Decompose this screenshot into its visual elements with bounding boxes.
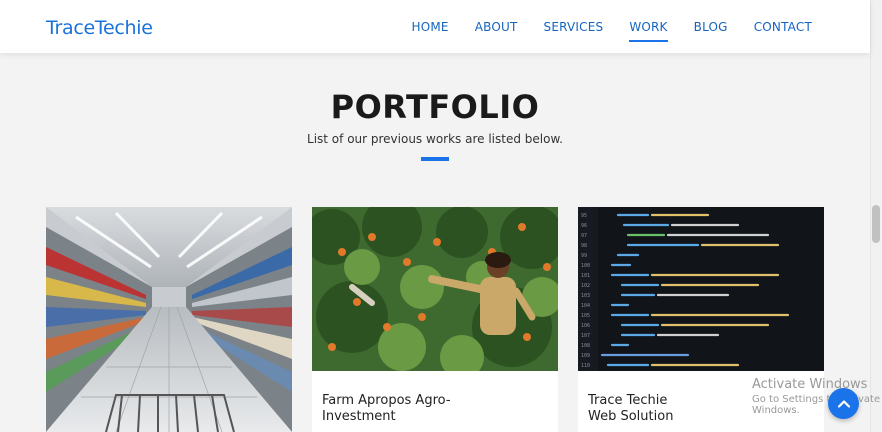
svg-text:104: 104 <box>581 303 590 309</box>
nav-home[interactable]: HOME <box>411 20 448 34</box>
svg-text:95: 95 <box>581 213 587 219</box>
code-editor-image: 95 96 97 98 99 100 101 102 103 104 105 106 107 108… <box>578 207 824 371</box>
svg-text:102: 102 <box>581 283 590 289</box>
title-underline <box>421 157 449 161</box>
svg-text:98: 98 <box>581 243 587 249</box>
svg-text:97: 97 <box>581 233 587 239</box>
portfolio-card[interactable]: Farm Apropos Agro-Investment <box>312 207 558 432</box>
main-nav: HOME ABOUT SERVICES WORK BLOG CONTACT <box>385 20 812 42</box>
svg-text:101: 101 <box>581 273 590 279</box>
back-to-top-button[interactable] <box>828 388 859 419</box>
svg-text:99: 99 <box>581 253 587 259</box>
svg-text:103: 103 <box>581 293 590 299</box>
nav-work[interactable]: WORK <box>629 20 668 42</box>
supermarket-aisle-image <box>46 207 292 432</box>
svg-text:110: 110 <box>581 363 590 369</box>
section-subtitle: List of our previous works are listed be… <box>307 132 563 146</box>
svg-text:109: 109 <box>581 353 590 359</box>
chevron-up-icon <box>837 399 850 408</box>
card-caption: Farm Apropos Agro-Investment <box>322 393 451 424</box>
svg-text:107: 107 <box>581 333 590 339</box>
svg-text:108: 108 <box>581 343 590 349</box>
scrollbar-thumb[interactable] <box>872 205 880 243</box>
navbar: TraceTechie HOME ABOUT SERVICES WORK BLO… <box>0 0 870 53</box>
section-title: PORTFOLIO <box>330 88 540 126</box>
orange-harvest-image <box>312 207 558 371</box>
svg-text:105: 105 <box>581 313 590 319</box>
svg-text:96: 96 <box>581 223 587 229</box>
nav-services[interactable]: SERVICES <box>544 20 604 34</box>
card-caption: Trace Techie Web Solution <box>588 393 674 424</box>
portfolio-card[interactable] <box>46 207 292 432</box>
nav-contact[interactable]: CONTACT <box>754 20 812 34</box>
page-scrollbar[interactable] <box>870 0 882 432</box>
svg-text:100: 100 <box>581 263 590 269</box>
nav-blog[interactable]: BLOG <box>694 20 728 34</box>
activate-windows-subtext: Go to Settings to activate Windows. <box>752 394 881 416</box>
svg-text:106: 106 <box>581 323 590 329</box>
nav-about[interactable]: ABOUT <box>475 20 518 34</box>
brand-logo[interactable]: TraceTechie <box>46 17 153 39</box>
